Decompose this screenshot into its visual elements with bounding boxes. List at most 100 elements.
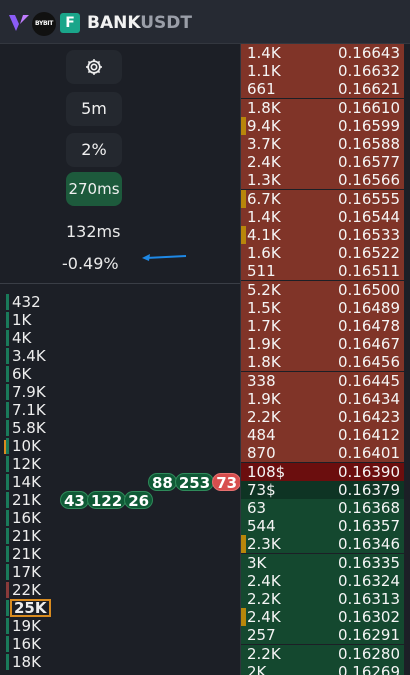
ask-row[interactable]: 338 0.16445: [241, 371, 404, 390]
ask-row[interactable]: 2.2K 0.16423: [241, 408, 404, 426]
order-size: 338: [247, 371, 276, 390]
volume-value: 22K: [12, 581, 41, 599]
ask-row[interactable]: 1.4K 0.16544: [241, 207, 404, 226]
trade-bubbles-row: 43 122 26: [60, 491, 154, 511]
volume-value: 19K: [12, 617, 41, 635]
volume-row: 7.9K: [0, 383, 60, 401]
volume-row: 25K: [0, 599, 60, 617]
bid-row[interactable]: 2.2K 0.16313: [241, 590, 404, 608]
ask-row[interactable]: 870 0.16401: [241, 444, 404, 463]
bid-row[interactable]: 2.3K 0.16346: [241, 535, 404, 554]
order-size: 1.5K: [247, 298, 281, 317]
volume-bar: [6, 654, 9, 670]
order-size: 5.2K: [247, 280, 281, 299]
order-size: 63: [247, 499, 267, 517]
order-size: 1.4K: [247, 207, 281, 226]
volume-row: 18K: [0, 653, 60, 671]
ask-row[interactable]: 5.2K 0.16500: [241, 280, 404, 299]
bid-row[interactable]: 3K 0.16335: [241, 553, 404, 572]
order-price: 0.16401: [337, 444, 400, 463]
order-price: 0.16478: [337, 317, 400, 335]
order-size: 1.7K: [247, 317, 281, 335]
volume-value: 21K: [12, 545, 41, 563]
order-size: 2.4K: [247, 153, 281, 172]
brand-logo-icon: [9, 15, 29, 31]
order-price: 0.16489: [337, 298, 400, 317]
percent-button[interactable]: 2%: [66, 133, 122, 167]
volume-value: 14K: [12, 473, 41, 491]
ask-row[interactable]: 1.7K 0.16478: [241, 317, 404, 335]
ask-row[interactable]: 3.7K 0.16588: [241, 135, 404, 153]
bid-row[interactable]: 2.4K 0.16324: [241, 571, 404, 590]
scrollbar[interactable]: [404, 44, 410, 675]
order-size: 1.9K: [247, 389, 281, 408]
ask-row[interactable]: 1.5K 0.16489: [241, 298, 404, 317]
bid-row[interactable]: 544 0.16357: [241, 517, 404, 536]
order-book[interactable]: 1.4K 0.16643 1.1K 0.16632 661 0.16621 1.8K 0.16…: [241, 44, 404, 675]
order-size: 511: [247, 262, 276, 281]
ask-row[interactable]: 1.9K 0.16434: [241, 389, 404, 408]
order-price: 0.16621: [337, 80, 400, 99]
ask-row[interactable]: 108$ 0.16390: [241, 462, 404, 481]
order-size: 73$: [247, 480, 276, 499]
symbol-quote: USDT: [140, 13, 192, 33]
ask-row[interactable]: 6.7K 0.16555: [241, 189, 404, 208]
bid-row[interactable]: 2.4K 0.16302: [241, 608, 404, 627]
ask-row[interactable]: 4.1K 0.16533: [241, 226, 404, 244]
ask-row[interactable]: 2.4K 0.16577: [241, 153, 404, 172]
order-price: 0.16291: [337, 626, 400, 645]
volume-value: 4K: [12, 329, 32, 347]
order-price: 0.16610: [337, 98, 400, 117]
bid-row[interactable]: 73$ 0.16379: [241, 480, 404, 499]
volume-value: 17K: [12, 563, 41, 581]
ask-row[interactable]: 1.8K 0.16456: [241, 353, 404, 372]
volume-value: 21K: [12, 491, 41, 509]
symbol-title[interactable]: BANKUSDT: [87, 13, 192, 33]
order-price: 0.16588: [337, 135, 400, 153]
bid-row[interactable]: 63 0.16368: [241, 499, 404, 517]
ask-row[interactable]: 1.1K 0.16632: [241, 62, 404, 81]
volume-bar: [6, 384, 9, 400]
refresh-rate-button[interactable]: 270ms: [66, 172, 122, 206]
order-price: 0.16643: [337, 44, 400, 62]
order-size: 1.3K: [247, 171, 281, 190]
volume-bar: [6, 474, 9, 490]
ask-row[interactable]: 511 0.16511: [241, 262, 404, 281]
order-size: 257: [247, 626, 276, 645]
ask-row[interactable]: 1.8K 0.16610: [241, 98, 404, 117]
ask-row[interactable]: 9.4K 0.16599: [241, 116, 404, 135]
ask-row[interactable]: 1.4K 0.16643: [241, 44, 404, 62]
volume-row: 10K: [0, 437, 60, 455]
ask-row[interactable]: 1.3K 0.16566: [241, 171, 404, 190]
volume-value: 16K: [12, 635, 41, 653]
settings-button[interactable]: [66, 50, 122, 84]
volume-row: 19K: [0, 617, 60, 635]
ask-row[interactable]: 661 0.16621: [241, 80, 404, 99]
interval-button[interactable]: 5m: [66, 92, 122, 126]
bid-row[interactable]: 2.2K 0.16280: [241, 644, 404, 663]
trade-bubble: 253: [174, 473, 215, 492]
order-price: 0.16324: [337, 571, 400, 590]
ask-row[interactable]: 1.6K 0.16522: [241, 244, 404, 263]
trade-bubble: 43: [60, 491, 89, 510]
latency-readout: 132ms: [66, 222, 121, 241]
volume-value: 432: [12, 293, 41, 311]
volume-row: 14K: [0, 473, 60, 491]
ask-row[interactable]: 484 0.16412: [241, 426, 404, 445]
size-marker: [241, 608, 246, 627]
volume-bar: [6, 456, 9, 472]
symbol-base: BANK: [87, 13, 141, 33]
price-change-readout: -0.49%: [62, 254, 119, 273]
order-price: 0.16269: [337, 662, 400, 675]
volume-bar: [6, 582, 9, 598]
bid-row[interactable]: 257 0.16291: [241, 626, 404, 645]
volume-bar: [6, 618, 9, 634]
volume-value: 12K: [12, 455, 41, 473]
volume-row: 1K: [0, 311, 60, 329]
order-price: 0.16632: [337, 62, 400, 81]
volume-bar: [6, 348, 9, 364]
ask-row[interactable]: 1.9K 0.16467: [241, 335, 404, 354]
bid-row[interactable]: 2K 0.16269: [241, 662, 404, 675]
volume-value: 25K: [10, 599, 51, 617]
volume-bar: [6, 546, 9, 562]
